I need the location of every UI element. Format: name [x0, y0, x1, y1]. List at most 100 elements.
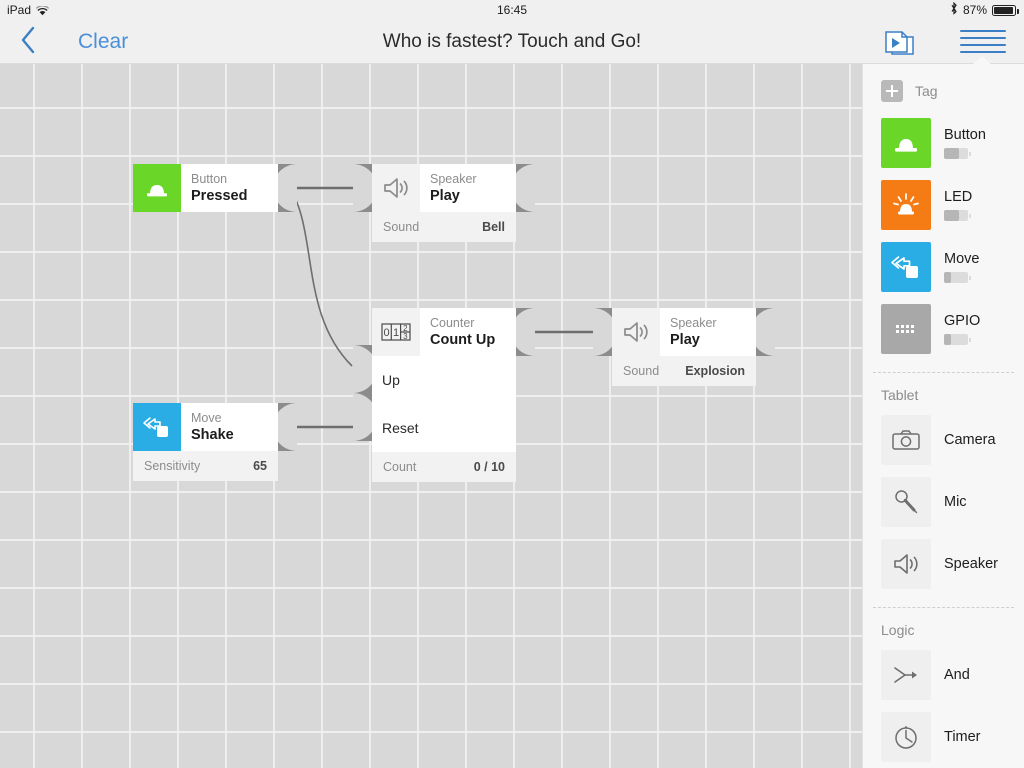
input-port[interactable]	[353, 164, 377, 212]
mic-icon	[881, 477, 931, 527]
input-port[interactable]	[593, 308, 617, 356]
block-footer[interactable]: Count 0 / 10	[372, 452, 516, 482]
battery-indicator	[944, 148, 971, 159]
output-port[interactable]	[511, 164, 535, 212]
block-kind: Counter	[430, 315, 475, 330]
block-kind: Speaker	[670, 315, 717, 330]
block-header: 0 1 2 3 Counter Count Up	[372, 308, 516, 356]
output-port[interactable]	[751, 308, 775, 356]
footer-label: Sensitivity	[144, 459, 201, 473]
footer-value: Bell	[482, 220, 505, 234]
output-port[interactable]	[511, 308, 535, 356]
block-titles: Speaker Play	[420, 164, 487, 212]
palette-item-gpio[interactable]: GPIO	[863, 298, 1024, 360]
battery-indicator	[944, 272, 971, 283]
port-label-reset: Reset	[382, 420, 419, 436]
block-footer[interactable]: Sensitivity 65	[133, 451, 278, 481]
block-speaker-play-explosion[interactable]: Speaker Play Sound Explosion	[593, 308, 775, 386]
palette-sidebar[interactable]: Tag Button LED Move GPIO Tablet Camera M…	[862, 64, 1024, 768]
block-action: Play	[670, 331, 700, 348]
block-kind: Speaker	[430, 171, 477, 186]
menu-button[interactable]	[960, 30, 1006, 56]
block-body: Speaker Play Sound Explosion	[612, 308, 756, 386]
battery-percent: 87%	[962, 3, 987, 17]
speaker-icon	[881, 539, 931, 589]
footer-label: Sound	[623, 364, 660, 378]
block-titles: Counter Count Up	[420, 308, 505, 356]
port-row-reset: Reset	[372, 404, 516, 452]
block-kind: Move	[191, 410, 222, 425]
page-title: Who is fastest? Touch and Go!	[382, 31, 642, 52]
output-port[interactable]	[273, 403, 297, 451]
status-bar-time: 16:45	[496, 3, 528, 17]
palette-item-label: Mic	[944, 493, 967, 510]
input-port-up[interactable]	[353, 345, 377, 393]
palette-item-label: Speaker	[944, 555, 999, 572]
tablet-section-label: Tablet	[881, 387, 919, 403]
nav-bar: Clear Who is fastest? Touch and Go!	[0, 20, 1024, 64]
block-counter-count-up[interactable]: 0 1 2 3 Counter Count Up Up Reset Count …	[353, 308, 535, 482]
port-row-up: Up	[372, 356, 516, 404]
app-root: iPad 16:45 87% Clear Who is fastest? Tou…	[0, 0, 1024, 768]
play-button[interactable]	[878, 29, 920, 57]
block-footer[interactable]: Sound Explosion	[612, 356, 756, 386]
palette-item-meta: Button	[944, 127, 986, 159]
button-dome-icon	[133, 164, 181, 212]
block-body: Move Shake Sensitivity 65	[133, 403, 278, 481]
block-action: Shake	[191, 426, 234, 443]
svg-text:3: 3	[403, 332, 408, 341]
footer-value: Explosion	[685, 364, 745, 378]
battery-indicator	[944, 210, 971, 221]
footer-value: 65	[253, 459, 267, 473]
block-move-shake[interactable]: Move Shake Sensitivity 65	[133, 403, 297, 481]
port-label-up: Up	[382, 372, 400, 388]
block-header: Move Shake	[133, 403, 278, 451]
palette-item-speaker[interactable]: Speaker	[863, 533, 1024, 595]
palette-item-meta: Move	[944, 251, 979, 283]
block-speaker-play-bell[interactable]: Speaker Play Sound Bell	[353, 164, 535, 242]
block-body: 0 1 2 3 Counter Count Up Up Reset Count …	[372, 308, 516, 482]
block-action: Play	[430, 187, 460, 204]
tag-section-label: Tag	[915, 83, 938, 99]
palette-item-timer[interactable]: Timer	[863, 706, 1024, 768]
block-header: Speaker Play	[612, 308, 756, 356]
camera-icon	[881, 415, 931, 465]
hamburger-line	[960, 30, 1006, 32]
block-footer[interactable]: Sound Bell	[372, 212, 516, 242]
block-titles: Button Pressed	[181, 164, 257, 212]
block-body: Speaker Play Sound Bell	[372, 164, 516, 242]
palette-item-label: Button	[944, 127, 986, 143]
palette-item-and[interactable]: And	[863, 644, 1024, 706]
palette-item-label: Timer	[944, 728, 981, 745]
plus-icon[interactable]	[881, 80, 903, 102]
svg-text:1: 1	[393, 327, 399, 339]
palette-item-meta: And	[944, 667, 970, 684]
svg-text:0: 0	[384, 327, 390, 339]
footer-value: 0 / 10	[473, 460, 505, 474]
block-action: Count Up	[430, 331, 496, 348]
palette-item-meta: LED	[944, 189, 972, 221]
footer-label: Count	[383, 460, 417, 474]
palette-item-led[interactable]: LED	[863, 174, 1024, 236]
speaker-icon	[612, 308, 660, 356]
palette-item-camera[interactable]: Camera	[863, 409, 1024, 471]
hamburger-line	[960, 44, 1006, 46]
input-port-reset[interactable]	[353, 393, 377, 441]
wire-button-to-counter-up	[289, 187, 353, 367]
palette-item-meta: Mic	[944, 494, 967, 511]
block-titles: Speaker Play	[660, 308, 727, 356]
palette-item-label: GPIO	[944, 313, 981, 329]
block-button-pressed[interactable]: Button Pressed	[133, 164, 297, 212]
palette-item-move[interactable]: Move	[863, 236, 1024, 298]
output-port[interactable]	[273, 164, 297, 212]
status-bar-right: 87%	[950, 1, 1019, 18]
led-icon	[881, 180, 931, 230]
block-action: Pressed	[191, 187, 248, 204]
palette-item-mic[interactable]: Mic	[863, 471, 1024, 533]
palette-item-button[interactable]: Button	[863, 112, 1024, 174]
move-icon	[881, 242, 931, 292]
logic-section-label: Logic	[881, 622, 915, 638]
program-canvas[interactable]: Button Pressed Speaker Play Sound Bell 0…	[0, 64, 862, 768]
block-header: Speaker Play	[372, 164, 516, 212]
palette-item-label: Move	[944, 251, 980, 267]
